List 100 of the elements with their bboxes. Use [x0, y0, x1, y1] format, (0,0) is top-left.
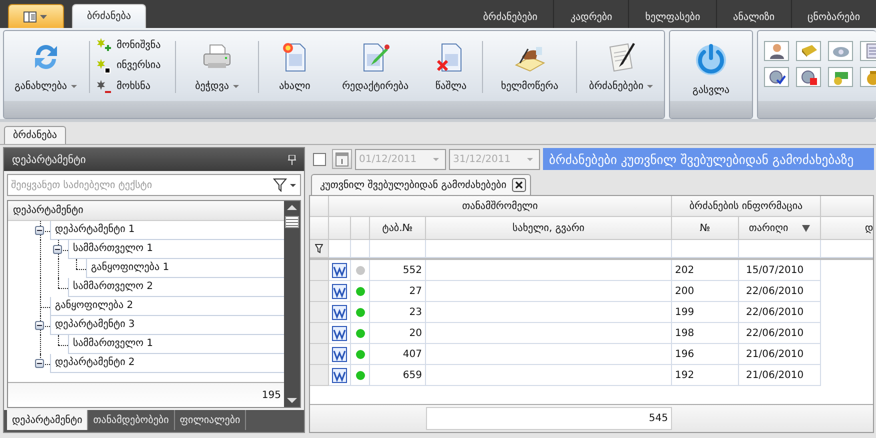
calendar-button[interactable] [332, 149, 352, 169]
panel-title: დეპარტამენტი [12, 154, 86, 166]
table-cell: 202 [672, 260, 739, 281]
star-icon [94, 78, 111, 95]
selection-button[interactable]: ინვერსია [92, 58, 172, 74]
title-banner: ბრძანებები კუთვნილ შვებულებიდან გამოძახებაზე [543, 148, 874, 170]
document-icon[interactable] [332, 368, 347, 382]
filter-cell[interactable] [672, 240, 739, 258]
collapse-icon[interactable] [35, 359, 44, 368]
person-icon [768, 43, 786, 59]
toolbar-button[interactable]: რედაქტირება [328, 35, 424, 97]
collapse-icon[interactable] [53, 245, 62, 254]
tree-item[interactable]: განყოფილება 1 [86, 259, 284, 278]
table-cell: 23 [370, 302, 426, 323]
column-header[interactable]: დ [821, 217, 873, 240]
tree-item[interactable]: დეპარტამენტი 3 [50, 316, 284, 335]
table-cell: 21/06/2010 [739, 365, 821, 386]
exit-button[interactable]: გასვლა [672, 35, 750, 97]
selection-button[interactable]: მონიშვნა [92, 37, 172, 54]
tree-item[interactable]: დეპარტამენტი 2 [50, 354, 284, 373]
header-cell [310, 196, 329, 217]
document-icon[interactable] [332, 304, 347, 320]
table-cell: 552 [370, 260, 426, 281]
column-header[interactable]: თარიღი [739, 217, 821, 240]
print-button[interactable]: ბეჭდვა [179, 35, 255, 97]
calendar-icon [335, 151, 349, 167]
shortcut-button[interactable] [764, 67, 789, 87]
module-tab[interactable]: ბრძანებები [467, 0, 554, 28]
table-cell: 407 [370, 344, 426, 365]
pin-icon[interactable] [288, 154, 296, 164]
filter-icon[interactable] [315, 244, 323, 254]
shortcut-button[interactable] [796, 67, 821, 87]
table-cell: 199 [672, 302, 739, 323]
app-menu-button[interactable] [8, 4, 64, 28]
summary-cell: 545 [426, 407, 672, 430]
tree-item[interactable]: სამმართველო 1 [68, 335, 284, 354]
tree-item[interactable]: განყოფილება 2 [50, 297, 284, 316]
document-icon[interactable] [332, 346, 347, 362]
filter-cell[interactable] [329, 240, 351, 258]
document-icon[interactable] [332, 326, 347, 340]
checkbox[interactable] [313, 152, 326, 166]
star-icon [94, 58, 111, 74]
menu-icon [23, 10, 49, 22]
panel-tab[interactable]: ფილიალები [174, 410, 246, 430]
tab-label[interactable]: კუთვნილ შვებულებიდან გამოძახებები [320, 180, 506, 190]
panel-tab[interactable]: დეპარტამენტი [7, 410, 88, 430]
table-cell: 27 [370, 281, 426, 302]
column-header[interactable]: სახელი, გვარი [426, 217, 672, 240]
toolbar-button[interactable]: ხელმოწერა [486, 35, 574, 97]
table-cell: 22/06/2010 [739, 281, 821, 302]
collapse-icon[interactable] [35, 321, 44, 330]
table-cell: 15/07/2010 [739, 260, 821, 281]
filter-cell[interactable] [426, 240, 672, 258]
document-icon[interactable] [332, 262, 347, 278]
table-cell: 200 [672, 281, 739, 302]
tree-item[interactable]: სამმართველო 2 [68, 278, 284, 297]
filter-cell[interactable] [351, 240, 370, 258]
money-icon [832, 69, 850, 85]
search-field[interactable]: შეიყვანეთ საძიებელი ტექსტი [7, 174, 301, 196]
scrollbar[interactable] [284, 201, 300, 407]
table-cell: 196 [672, 344, 739, 365]
collapse-icon[interactable] [35, 226, 44, 235]
filter-icon[interactable] [273, 178, 297, 192]
refresh-button[interactable]: განახლება [6, 35, 86, 97]
column-header: დეპარტამენტი [8, 201, 284, 221]
document-icon[interactable] [332, 284, 347, 298]
header-cell [821, 196, 873, 217]
tree-item[interactable]: სამმართველო 1 [68, 240, 284, 259]
table-cell: 22/06/2010 [739, 302, 821, 323]
column-band-header: ბრძანების ინფორმაცია [672, 196, 821, 217]
power-icon [693, 41, 729, 77]
toolbar-button[interactable]: წაშლა [423, 35, 479, 97]
filter-cell[interactable] [370, 240, 426, 258]
column-header[interactable]: ტაბ.№ [370, 217, 426, 240]
filter-row-header[interactable] [310, 240, 329, 258]
column-band-header: თანამშრომელი [329, 196, 672, 217]
table-cell: 20 [370, 323, 426, 344]
table-cell: 192 [672, 365, 739, 386]
tree-item[interactable]: დეპარტამენტი 1 [50, 221, 284, 240]
record-count: 195 [262, 390, 281, 400]
result-tab[interactable]: კუთვნილ შვებულებიდან გამოძახებები [311, 174, 532, 195]
table-cell: 198 [672, 323, 739, 344]
table-cell: 22/06/2010 [739, 323, 821, 344]
shortcut-button[interactable] [764, 41, 789, 61]
toolbar-button[interactable]: ბრძანებები [580, 35, 662, 97]
header-cell [351, 217, 370, 240]
selection-button[interactable]: მოხსნა [92, 78, 172, 95]
toolbar-button[interactable]: ახალი [262, 35, 328, 97]
filter-cell[interactable] [739, 240, 821, 258]
ribbon-tab[interactable]: ბრძანება [72, 4, 146, 28]
book-icon [800, 43, 818, 59]
header-cell [310, 217, 329, 240]
table-cell: 659 [370, 365, 426, 386]
table-cell: 21/06/2010 [739, 344, 821, 365]
document-tab[interactable]: ბრძანება [4, 126, 66, 144]
close-icon[interactable] [512, 178, 526, 192]
header-cell [329, 217, 351, 240]
panel-tab[interactable]: თანამდებობები [88, 410, 175, 430]
star-icon [94, 37, 111, 54]
column-header[interactable]: № [672, 217, 739, 240]
